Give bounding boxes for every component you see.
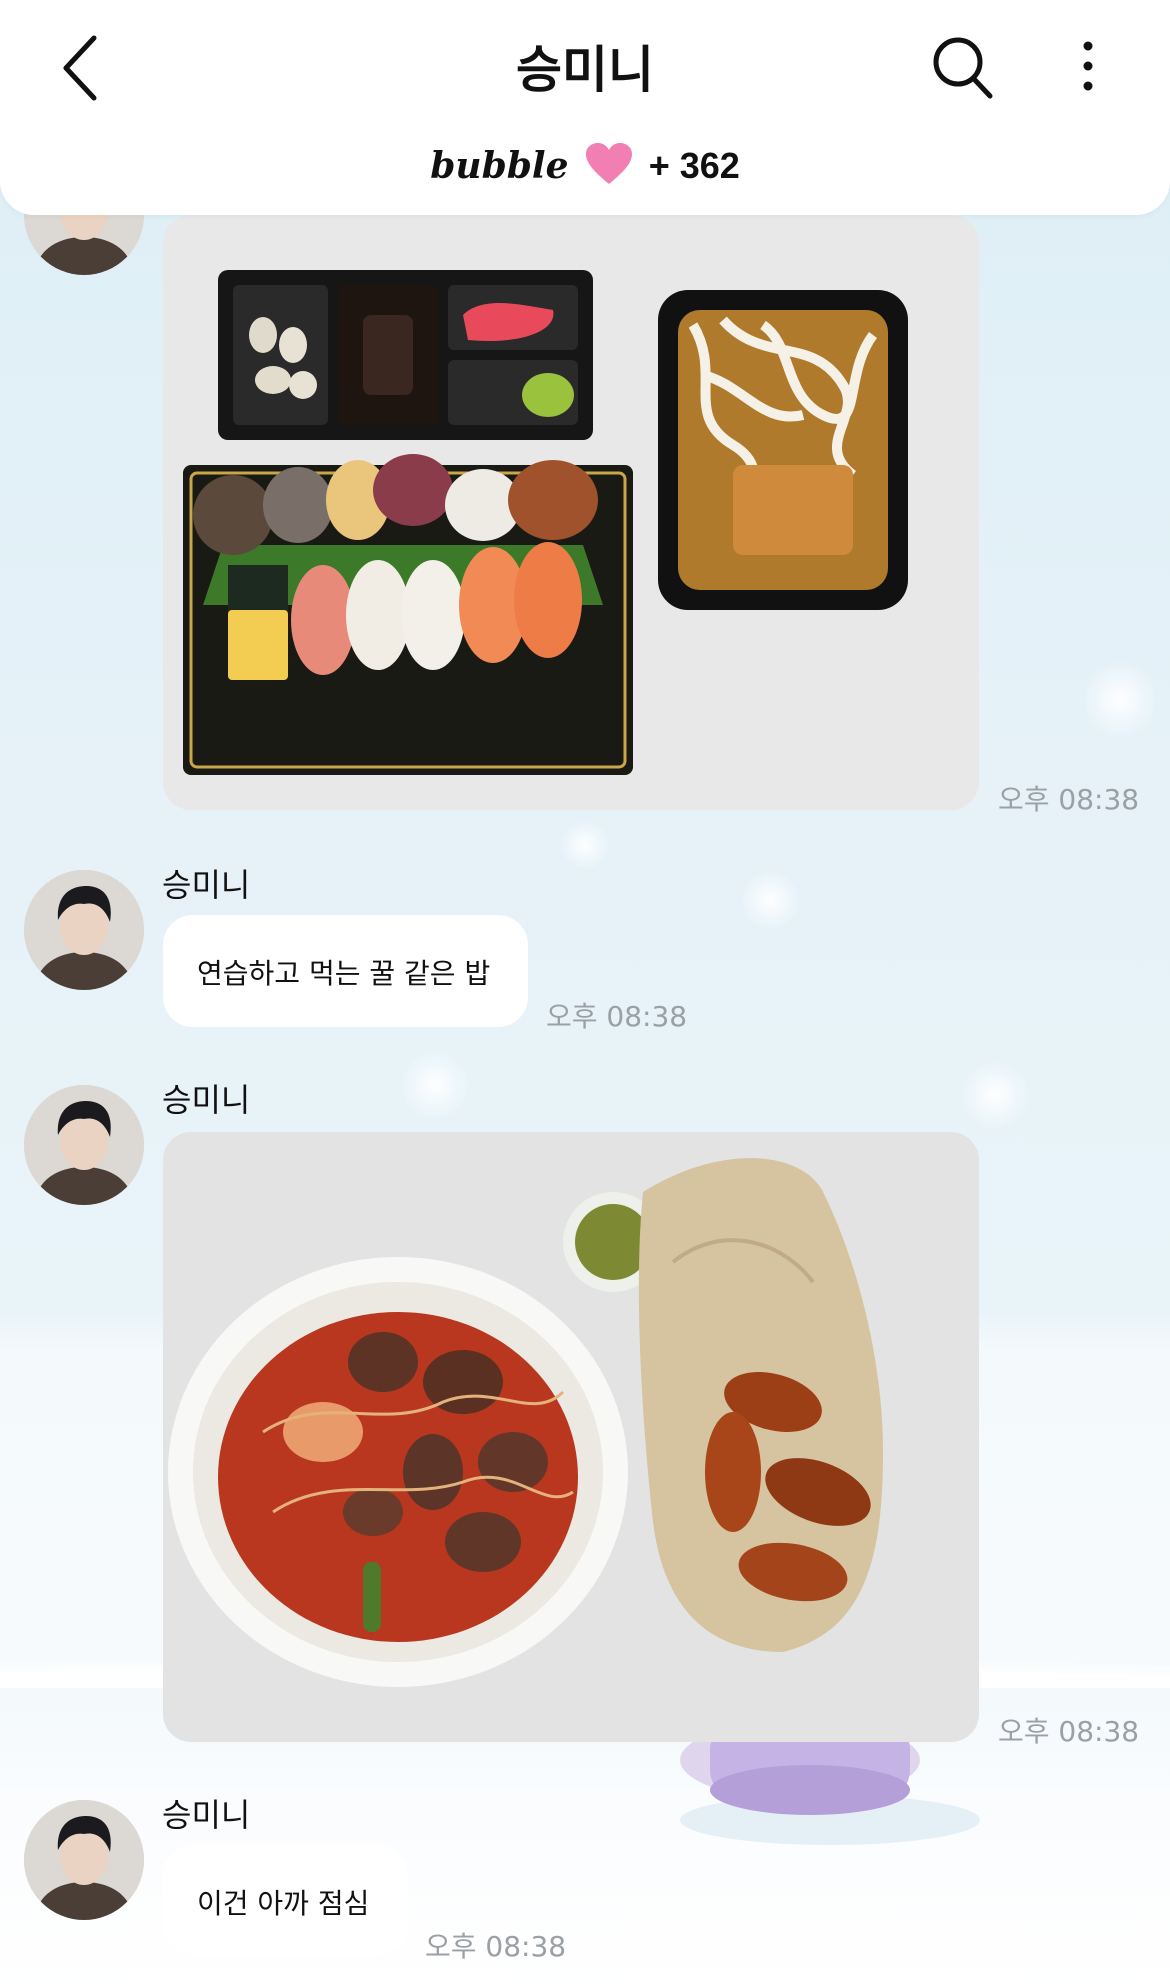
message-time: 오후 08:38 (998, 1715, 1140, 1748)
message-photo[interactable] (163, 215, 979, 810)
message-photo[interactable] (163, 1132, 979, 1742)
search-button[interactable] (930, 32, 996, 104)
snow-glow (560, 820, 610, 870)
avatar[interactable] (24, 1085, 144, 1205)
message-time: 오후 08:38 (425, 1930, 567, 1963)
sender-name: 승미니 (162, 866, 251, 904)
more-options-button[interactable] (1070, 36, 1106, 96)
more-vertical-icon (1083, 41, 1093, 91)
bubble-count: + 362 (648, 145, 740, 186)
message-text: 연습하고 먹는 꿀 같은 밥 (197, 957, 491, 990)
message-text: 이건 아까 점심 (197, 1887, 370, 1920)
sender-name: 승미니 (162, 1796, 251, 1834)
sender-name: 승미니 (162, 1081, 251, 1119)
snow-glow (740, 870, 800, 930)
avatar[interactable] (24, 1800, 144, 1920)
chat-header: 승미니 bubble + 362 (0, 0, 1170, 215)
heart-icon (584, 142, 634, 190)
snow-glow (960, 1060, 1030, 1130)
food-photo-pasta-wings (163, 1132, 979, 1742)
snow-glow (1080, 660, 1160, 740)
snow-glow (400, 1050, 470, 1120)
message-bubble[interactable]: 이건 아까 점심 (163, 1845, 408, 1955)
message-time: 오후 08:38 (546, 1000, 688, 1033)
search-icon (933, 37, 993, 99)
message-time: 오후 08:38 (998, 783, 1140, 816)
avatar[interactable] (24, 870, 144, 990)
message-bubble[interactable]: 연습하고 먹는 꿀 같은 밥 (163, 915, 528, 1027)
bubble-logo: bubble (430, 145, 569, 187)
food-photo-sushi-udon (163, 215, 979, 810)
bubble-subscription-info: bubble + 362 (0, 142, 1170, 202)
